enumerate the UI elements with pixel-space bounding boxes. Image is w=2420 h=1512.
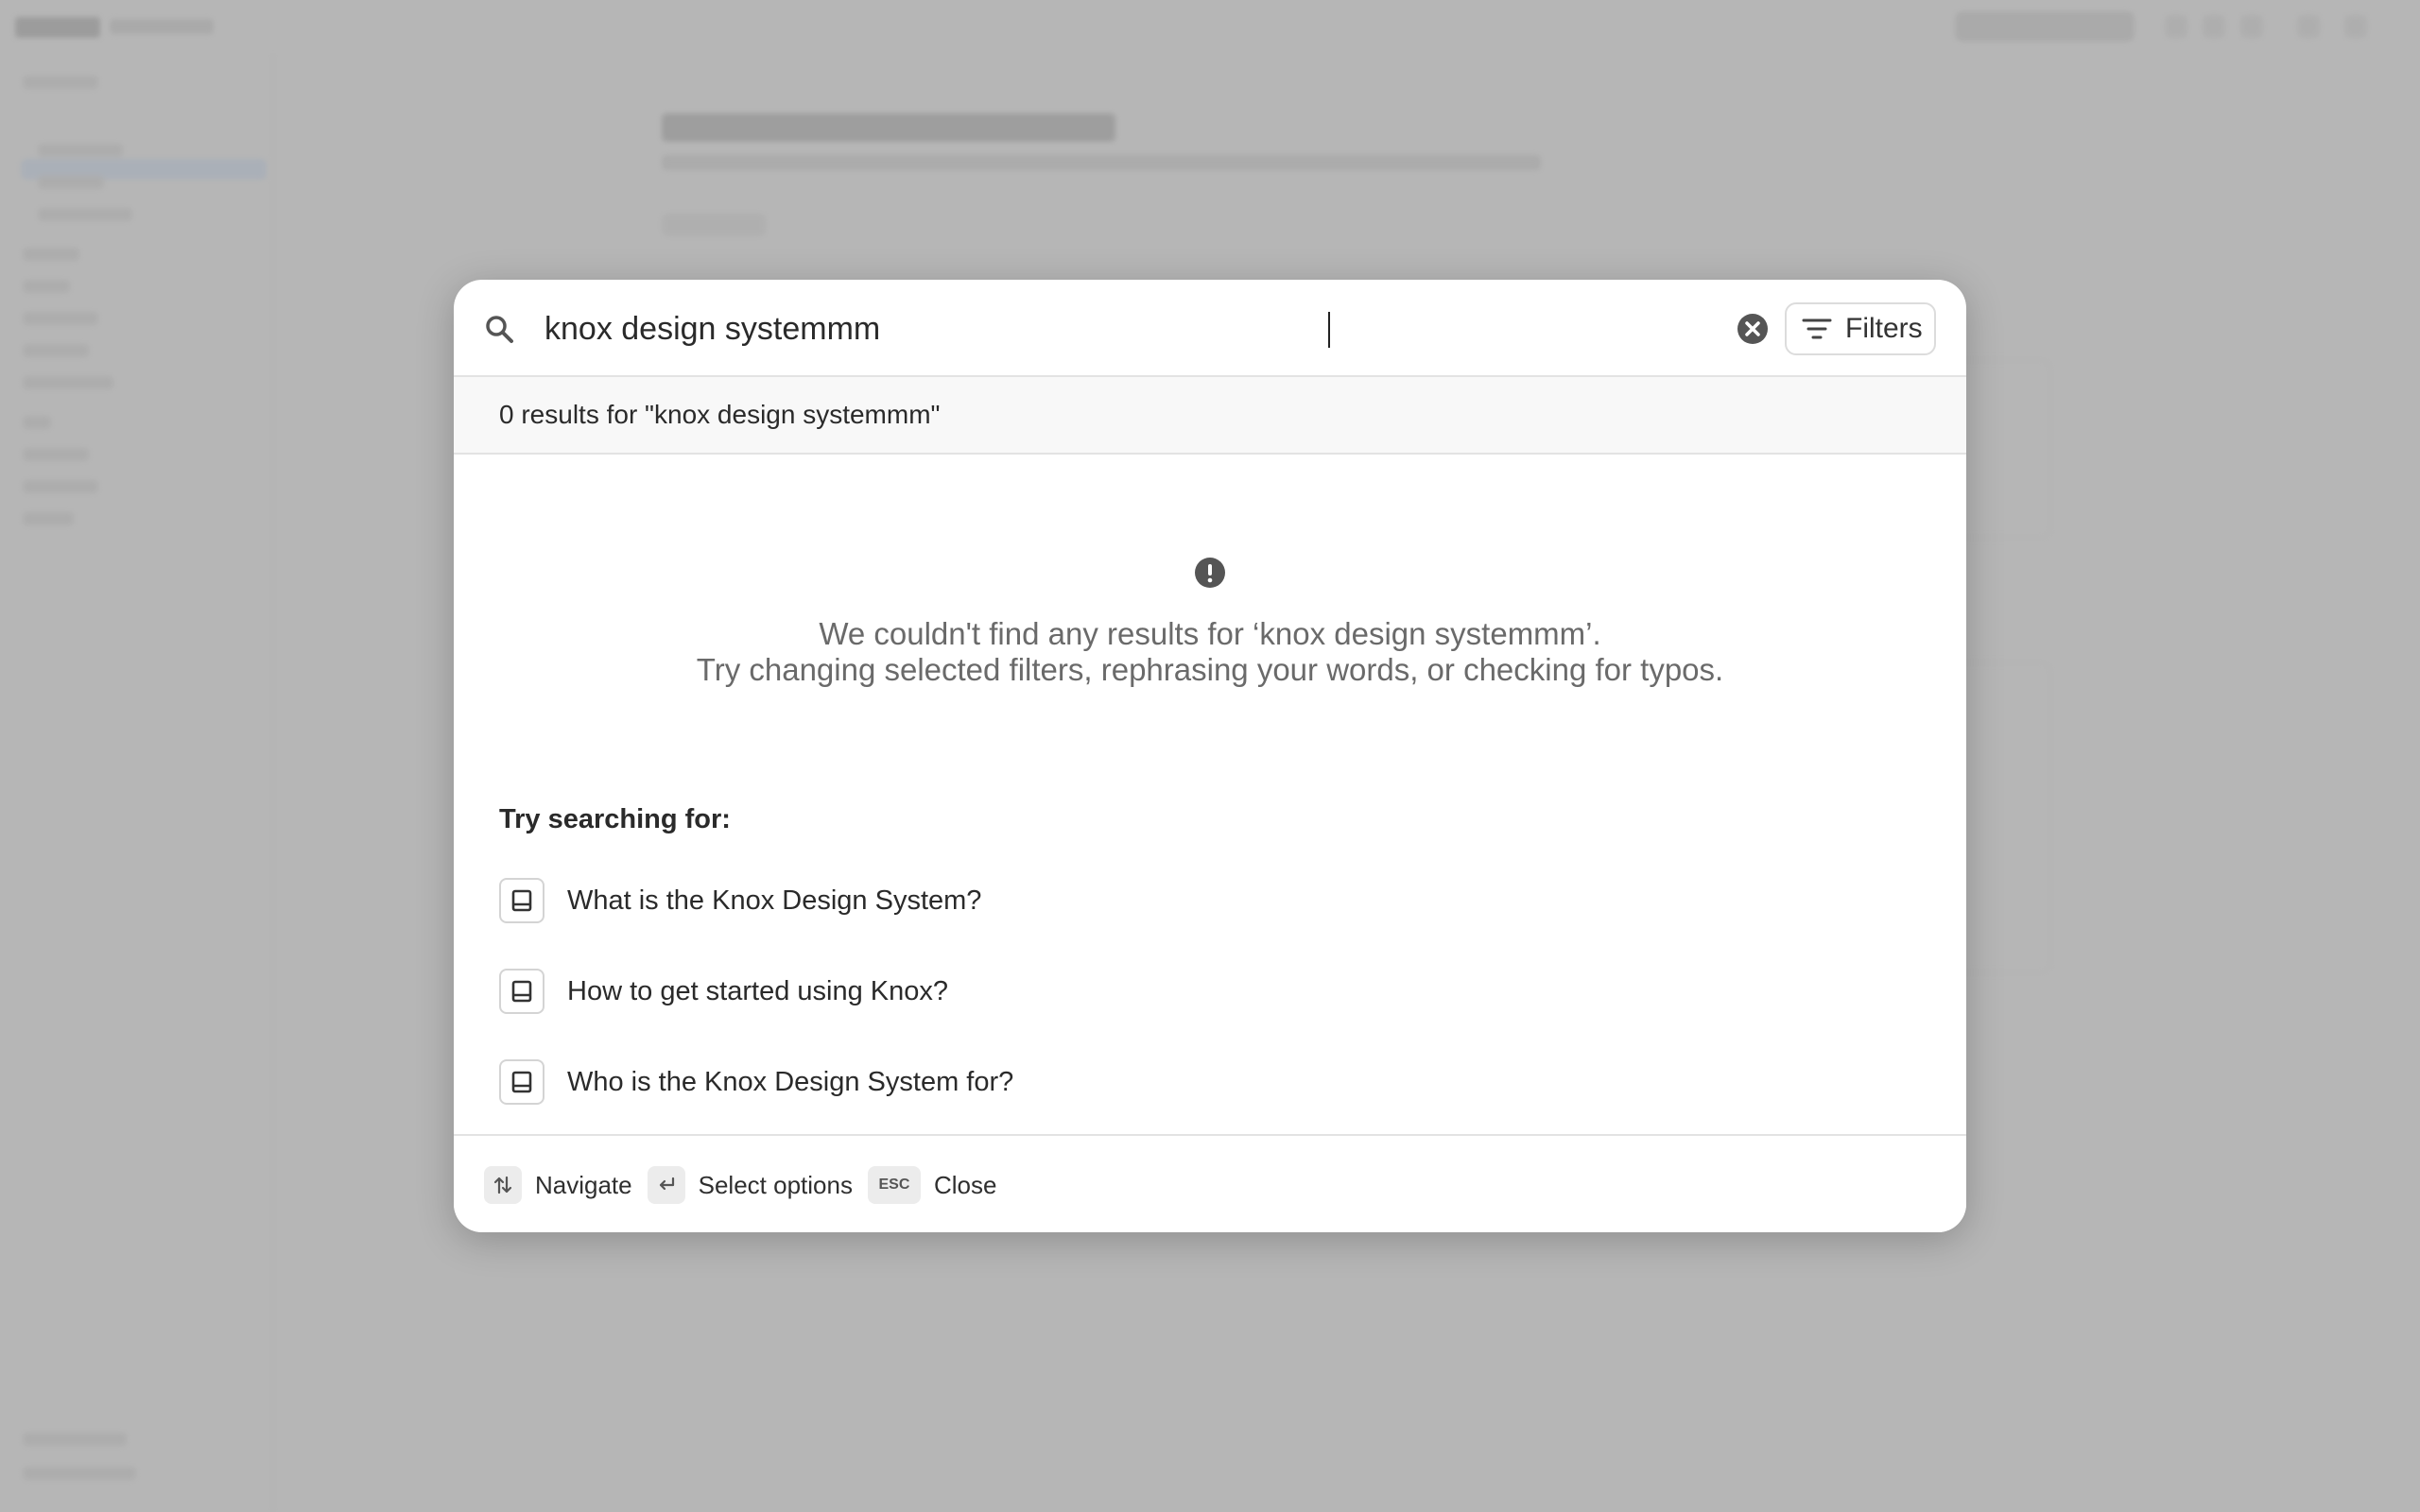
- suggestions-heading: Try searching for:: [499, 804, 731, 834]
- search-dialog: Filters 0 results for "knox design syste…: [454, 280, 1966, 1232]
- keyboard-hints-footer: Navigate Select options ESC Close: [454, 1134, 1966, 1232]
- suggestion-item[interactable]: What is the Knox Design System?: [499, 876, 1350, 925]
- close-circle-icon: [1737, 314, 1768, 344]
- search-bar: Filters: [454, 280, 1966, 377]
- navigate-hint: Navigate: [535, 1170, 632, 1199]
- alert-icon: [1194, 557, 1226, 589]
- filters-button[interactable]: Filters: [1785, 302, 1936, 355]
- select-options-hint: Select options: [698, 1170, 853, 1199]
- results-count: 0 results for "knox design systemmm": [499, 400, 941, 429]
- book-icon: [499, 1059, 544, 1105]
- enter-key-icon: [647, 1166, 685, 1204]
- arrows-updown-icon: [484, 1166, 522, 1204]
- suggestion-label: Who is the Knox Design System for?: [567, 1066, 1014, 1097]
- clear-search-button[interactable]: [1728, 304, 1777, 353]
- text-caret: [1328, 312, 1330, 348]
- filters-label: Filters: [1845, 313, 1923, 344]
- suggestion-label: What is the Knox Design System?: [567, 885, 982, 916]
- empty-state-message: We couldn't find any results for ‘knox d…: [819, 616, 1601, 651]
- suggestion-item[interactable]: Who is the Knox Design System for?: [499, 1057, 1350, 1107]
- suggestion-item[interactable]: How to get started using Knox?: [499, 967, 1350, 1016]
- esc-key: ESC: [867, 1166, 921, 1204]
- close-hint: Close: [933, 1170, 997, 1199]
- empty-state-hint: Try changing selected filters, rephrasin…: [696, 652, 1724, 687]
- book-icon: [499, 969, 544, 1014]
- results-summary-bar: 0 results for "knox design systemmm": [454, 377, 1966, 455]
- suggestion-label: How to get started using Knox?: [567, 975, 949, 1006]
- book-icon: [499, 878, 544, 923]
- search-icon: [484, 314, 514, 344]
- filter-icon: [1802, 318, 1832, 339]
- search-input[interactable]: [544, 302, 1490, 355]
